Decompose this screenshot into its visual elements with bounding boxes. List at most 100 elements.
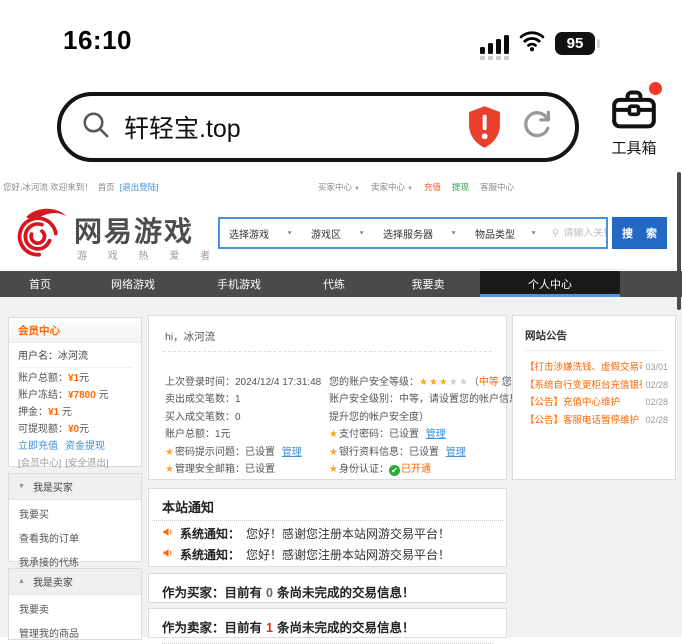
shield-alert-icon[interactable] [466, 105, 503, 149]
star-icon: ★ [165, 447, 174, 458]
manage-pay-password-link[interactable]: 管理 [426, 429, 446, 440]
seller-pending-panel: 作为卖家：目前有1条尚未完成的交易信息！ [148, 608, 507, 638]
manage-password-hint-link[interactable]: 管理 [282, 447, 302, 458]
member-center-panel: 会员中心 用户名：冰河流 账户总额：¥1元 账户冻结：¥7800 元 押金：¥1… [8, 317, 142, 467]
buyer-pending-count: 0 [266, 586, 273, 600]
cellular-signal-icon [480, 34, 509, 54]
funds-withdraw-link[interactable]: 资金提现 [65, 438, 105, 455]
caret-down-icon: ▼ [286, 230, 293, 236]
buyer-pending-panel: 作为买家：目前有0条尚未完成的交易信息！ [148, 573, 507, 603]
url-text[interactable]: 轩轻宝.top [124, 109, 466, 145]
account-frozen-row: 账户冻结：¥7800 元 [18, 387, 132, 404]
dashboard-panel: hi，冰河流 上次登录时间：2024/12/4 17:31:48 卖出成交笔数：… [148, 315, 507, 480]
star-icon: ★ [165, 464, 174, 475]
caret-down-icon: ▼ [354, 186, 360, 192]
main-nav: 首页 网络游戏 手机游戏 代练 我要卖 个人中心 [0, 271, 682, 297]
buyer-pending-text: 作为买家：目前有0条尚未完成的交易信息！ [162, 582, 493, 609]
nav-tab-sell[interactable]: 我要卖 [376, 271, 480, 297]
menu-item-manage-goods[interactable]: 管理我的商品 [9, 619, 141, 643]
withdraw-link[interactable]: 提现 [452, 181, 469, 193]
nav-tab-home[interactable]: 首页 [0, 271, 80, 297]
safe-logout-link[interactable]: [安全退出] [65, 455, 108, 472]
security-note-row: 账户安全级别：中等，请设置您的帐户信息 [329, 391, 522, 408]
brand-subtitle: 游 戏 热 爱 者 [77, 247, 219, 262]
content-area: 会员中心 用户名：冰河流 账户总额：¥1元 账户冻结：¥7800 元 押金：¥1… [0, 297, 682, 637]
seller-pending-text: 作为卖家：目前有1条尚未完成的交易信息！ [162, 617, 493, 644]
pay-password-row: ★支付密码：已设置 管理 [329, 426, 522, 443]
identity-row: ★身份认证：✔已开通 [329, 461, 522, 478]
star-icon: ★ [329, 429, 338, 440]
nav-tab-personal-center[interactable]: 个人中心 [480, 271, 620, 297]
bank-info-row: ★银行资料信息：已设置 管理 [329, 444, 522, 461]
menu-item-view-orders[interactable]: 查看我的订单 [9, 524, 141, 548]
address-bar[interactable]: 轩轻宝.top [57, 92, 579, 162]
region-select[interactable]: 游戏区▼ [302, 226, 374, 241]
announcement-item[interactable]: 【公告】客服电话暂停维护02/28 [525, 412, 668, 430]
recharge-link[interactable]: 充值 [424, 181, 441, 193]
speaker-icon [162, 526, 174, 541]
site-notices-title: 本站通知 [149, 489, 506, 520]
announcements-title: 网站公告 [513, 316, 675, 350]
account-total-row: 账户总额：¥1元 [18, 370, 132, 387]
seller-center-link[interactable]: 卖家中心▼ [371, 181, 413, 193]
caret-down-icon: ▼ [450, 230, 457, 236]
briefcase-icon [610, 118, 658, 135]
nav-tab-boosting[interactable]: 代练 [292, 271, 376, 297]
caret-down-icon: ▼ [530, 230, 537, 236]
service-link[interactable]: 客服中心 [480, 181, 514, 193]
announcement-item[interactable]: 【系统自行变更柜台充值银行卡号02/28 [525, 377, 668, 395]
menu-item-sell[interactable]: 我要卖 [9, 595, 141, 619]
brand-title: 网易游戏 [74, 210, 194, 250]
seller-menu-panel: ▲ 我是卖家 我要卖 管理我的商品 [8, 568, 142, 640]
battery-percent-text: 95 [567, 35, 584, 52]
check-circle-icon: ✔ [389, 465, 400, 476]
brand-row: 网易游戏 游 戏 热 爱 者 选择游戏▼ 游戏区▼ 选择服务器▼ 物品类型▼ ⚲… [0, 198, 682, 270]
sold-count-row: 卖出成交笔数：1 [165, 391, 321, 408]
security-note-row: 提升您的帐户安全度） [329, 409, 522, 426]
password-hint-row: ★密码提示问题：已设置 管理 [165, 444, 321, 461]
buyer-menu-panel: ▼ 我是买家 我要买 查看我的订单 我承接的代练 [8, 473, 142, 562]
buyer-center-link[interactable]: 买家中心▼ [318, 181, 360, 193]
caret-down-icon: ▼ [358, 230, 365, 236]
seller-pending-count: 1 [266, 621, 273, 635]
recharge-now-link[interactable]: 立即充值 [18, 438, 58, 455]
security-level-row: 您的账户安全等级：★★★★★（中等 您的 [329, 374, 522, 391]
manage-bank-info-link[interactable]: 管理 [446, 447, 466, 458]
greeting-text: hi，冰河流 [149, 316, 506, 351]
star-icon: ★ [329, 447, 338, 458]
nav-tab-mobile-games[interactable]: 手机游戏 [186, 271, 292, 297]
search-button[interactable]: 搜 索 [612, 217, 667, 249]
stars-empty-icon: ★★ [449, 377, 469, 388]
status-bar: 16:10 95 [0, 0, 682, 80]
announcement-item[interactable]: 【打击涉嫌洗钱、虚假交易可疑不03/01 [525, 359, 668, 377]
username-row: 用户名：冰河流 [18, 348, 132, 368]
balance-row: 账户总额：1元 [165, 426, 321, 443]
star-icon: ★ [329, 464, 338, 475]
member-center-footer-link[interactable]: [会员中心] [18, 455, 61, 472]
buyer-menu-header[interactable]: ▼ 我是买家 [9, 474, 141, 500]
wifi-icon [519, 30, 545, 57]
seller-menu-header[interactable]: ▲ 我是卖家 [9, 569, 141, 595]
netease-logo-icon [12, 203, 69, 261]
announcements-panel: 网站公告 【打击涉嫌洗钱、虚假交易可疑不03/01 【系统自行变更柜台充值银行卡… [512, 315, 676, 480]
game-select[interactable]: 选择游戏▼ [220, 226, 302, 241]
toolbox-button[interactable]: 工具箱 [601, 87, 667, 158]
keyword-input[interactable] [563, 228, 606, 239]
nav-tab-online-games[interactable]: 网络游戏 [80, 271, 186, 297]
battery-indicator: 95 [555, 32, 595, 55]
stars-filled-icon: ★★★ [419, 377, 449, 388]
type-select[interactable]: 物品类型▼ [466, 226, 546, 241]
server-select[interactable]: 选择服务器▼ [374, 226, 466, 241]
site-header: 您好,冰河流 欢迎来到！ 首页 [退出登陆] 买家中心▼ 卖家中心▼ 充值 提现… [0, 174, 682, 198]
menu-item-buy[interactable]: 我要买 [9, 500, 141, 524]
reload-icon[interactable] [519, 107, 555, 148]
announcement-item[interactable]: 【公告】充值中心维护02/28 [525, 394, 668, 412]
toolbox-label: 工具箱 [601, 137, 667, 158]
logout-link[interactable]: [退出登陆] [120, 181, 159, 193]
clock-text: 16:10 [63, 25, 132, 56]
search-icon: ⚲ [552, 228, 559, 239]
notice-item: 系统通知：您好！感谢您注册本站网游交易平台！ [149, 521, 506, 542]
scrollbar-thumb[interactable] [677, 172, 681, 310]
notice-item: 系统通知：您好！感谢您注册本站网游交易平台！ [149, 542, 506, 563]
home-link[interactable]: 首页 [98, 181, 115, 193]
